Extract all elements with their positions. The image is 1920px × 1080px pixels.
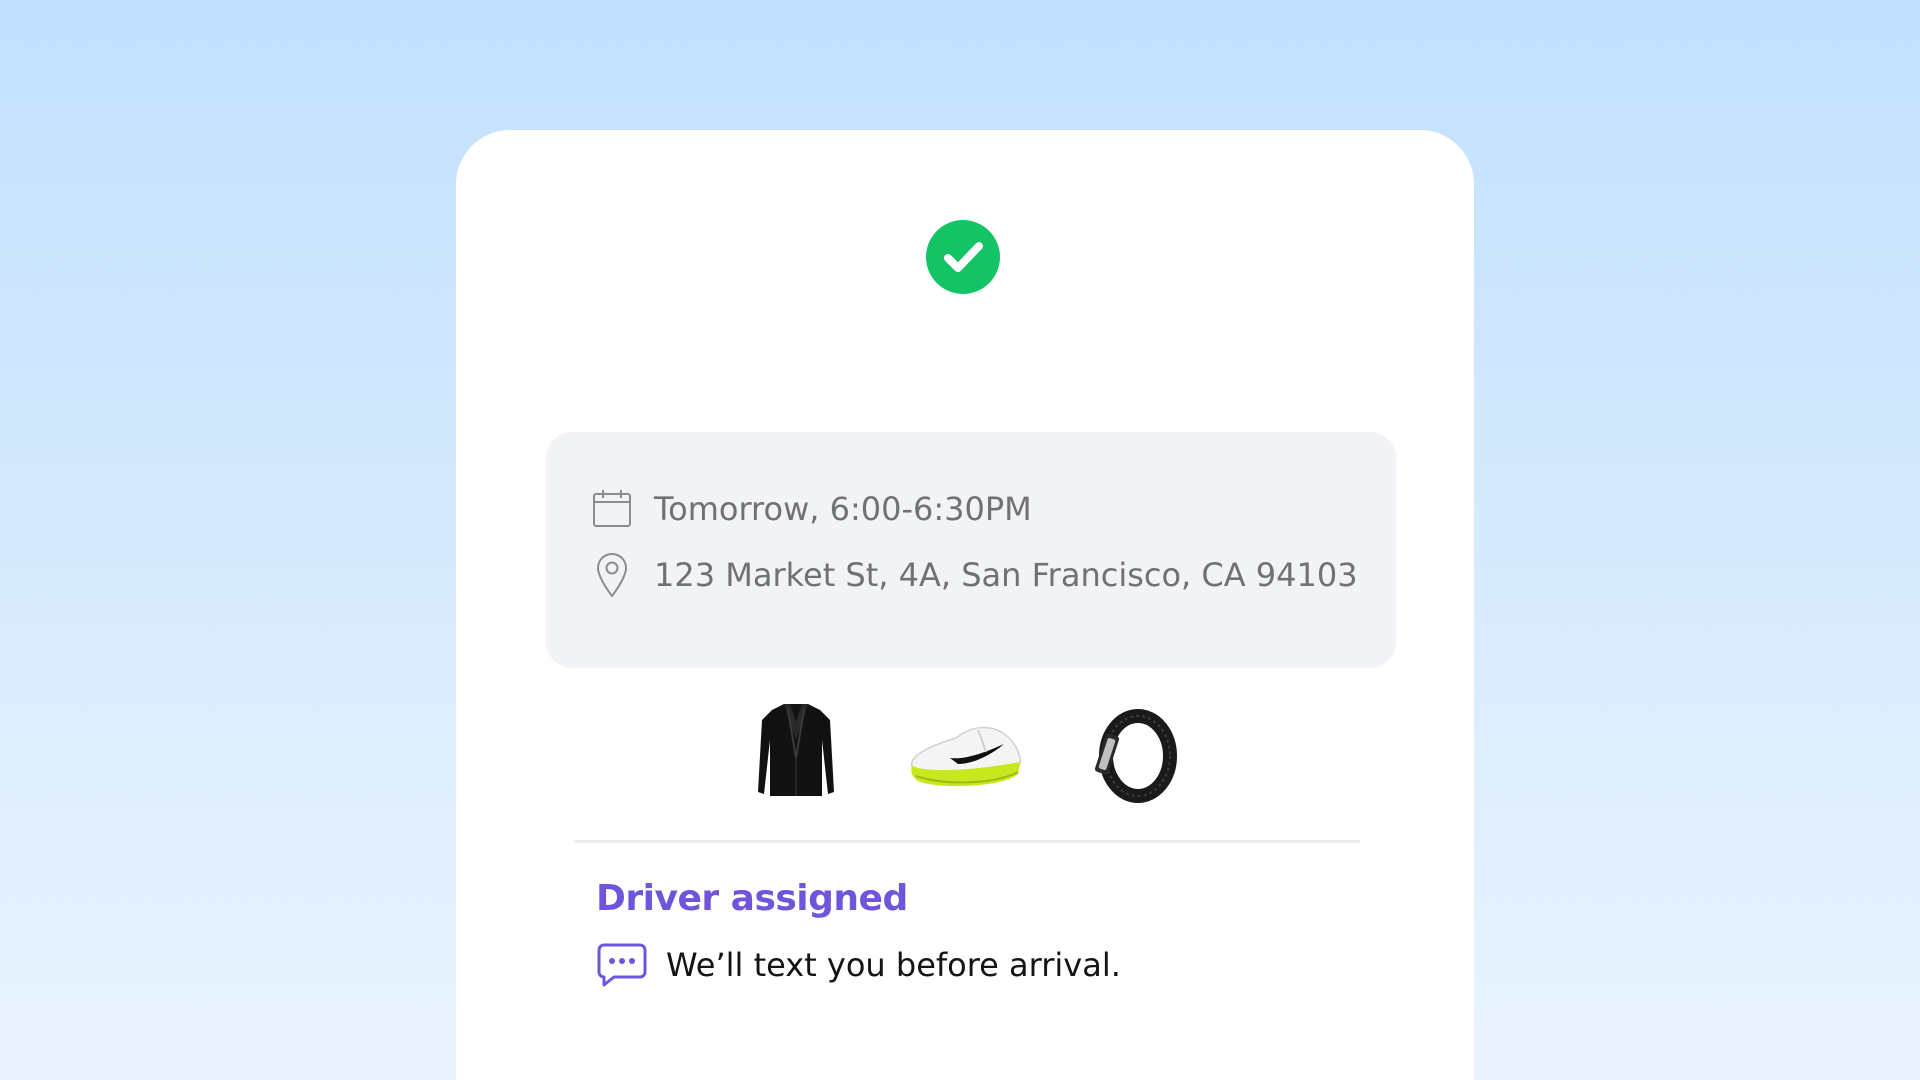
driver-message-row: We’ll text you before arrival.: [596, 942, 1121, 988]
delivery-details-box: Tomorrow, 6:00-6:30PM 123 Market St, 4A,…: [546, 432, 1396, 668]
calendar-icon: [592, 486, 632, 532]
watch-band-image: [1076, 700, 1196, 810]
driver-status-title: Driver assigned: [596, 878, 908, 919]
chat-bubble-icon: [596, 942, 648, 988]
blazer-image: [736, 700, 856, 810]
delivery-date-row: Tomorrow, 6:00-6:30PM: [592, 486, 1032, 532]
driver-message-text: We’ll text you before arrival.: [666, 946, 1121, 984]
check-circle-icon: [926, 220, 1000, 294]
delivery-date-text: Tomorrow, 6:00-6:30PM: [654, 490, 1032, 528]
delivery-address-row: 123 Market St, 4A, San Francisco, CA 941…: [592, 552, 1358, 598]
ordered-products: [736, 700, 1206, 810]
section-divider: [574, 840, 1360, 843]
location-pin-icon: [592, 552, 632, 598]
order-confirmation-card: Tomorrow, 6:00-6:30PM 123 Market St, 4A,…: [456, 130, 1474, 1080]
delivery-address-text: 123 Market St, 4A, San Francisco, CA 941…: [654, 556, 1358, 594]
sneaker-image: [906, 700, 1026, 810]
